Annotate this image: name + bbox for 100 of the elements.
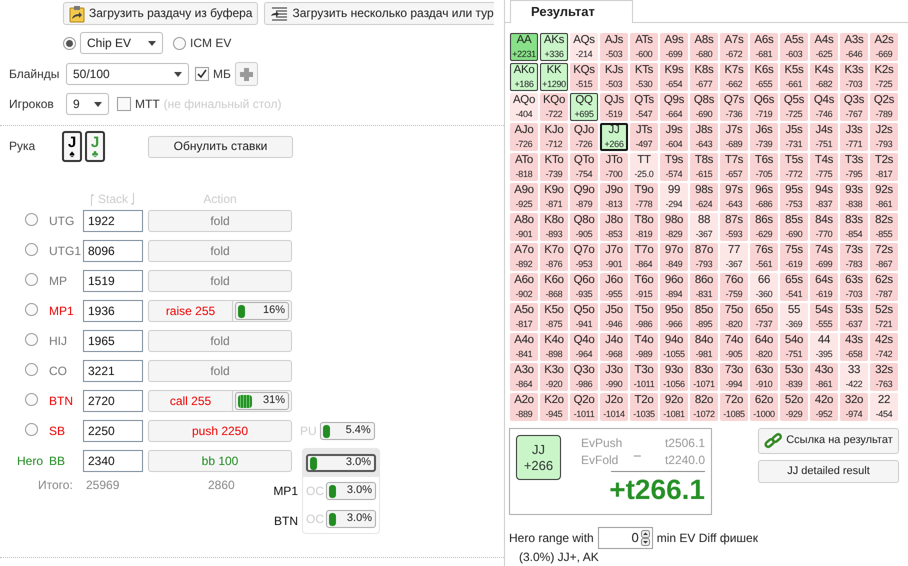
hand-cell[interactable]: A9o -925 xyxy=(510,183,538,211)
hand-cell[interactable]: Q9o -879 xyxy=(570,183,598,211)
hand-cell[interactable]: AKs +336 xyxy=(540,33,568,61)
range-bar[interactable]: 3.0% xyxy=(306,454,376,472)
hand-cell[interactable]: QTs -547 xyxy=(630,93,658,121)
hand-cell[interactable]: 92s -861 xyxy=(870,183,898,211)
range-bar[interactable]: 5.4% xyxy=(320,422,375,440)
hand-cell[interactable]: 64o -820 xyxy=(750,333,778,361)
hand-cell[interactable]: K3o -920 xyxy=(540,363,568,391)
hand-cell[interactable]: J4s -751 xyxy=(810,123,838,151)
hand-cell[interactable]: JJ +266 xyxy=(600,123,628,151)
radio-button[interactable] xyxy=(63,36,76,50)
hand-cell[interactable]: A2s -669 xyxy=(870,33,898,61)
hand-cell[interactable]: 64s -619 xyxy=(810,273,838,301)
hand-cell[interactable]: 87o -793 xyxy=(690,243,718,271)
hand-cell[interactable]: T8o -819 xyxy=(630,213,658,241)
add-button[interactable] xyxy=(234,62,258,86)
hand-cell[interactable]: ATs -600 xyxy=(630,33,658,61)
hand-cell[interactable]: J5o -946 xyxy=(600,303,628,331)
hand-cell[interactable]: T8s -615 xyxy=(690,153,718,181)
radio-button[interactable] xyxy=(25,362,38,376)
hand-cell[interactable]: AA +2231 xyxy=(510,33,538,61)
radio-button[interactable] xyxy=(25,242,38,256)
hand-cell[interactable]: A4s -625 xyxy=(810,33,838,61)
hand-cell[interactable]: 98o -829 xyxy=(660,213,688,241)
hand-cell[interactable]: K9s -654 xyxy=(660,63,688,91)
link-button[interactable]: Ссылка на результат xyxy=(758,428,899,454)
hand-cell[interactable]: T7s -657 xyxy=(720,153,748,181)
action-button[interactable]: fold xyxy=(149,211,291,231)
hand-cell[interactable]: J7o -901 xyxy=(600,243,628,271)
hand-cell[interactable]: 82s -855 xyxy=(870,213,898,241)
hand-cell[interactable]: KTs -530 xyxy=(630,63,658,91)
hand-cell[interactable]: 55 -369 xyxy=(780,303,808,331)
hand-cell[interactable]: 95s -753 xyxy=(780,183,808,211)
hand-cell[interactable]: 96o -894 xyxy=(660,273,688,301)
range-bar[interactable]: 16% xyxy=(235,302,289,320)
hand-cell[interactable]: 87s -593 xyxy=(720,213,748,241)
hand-cell[interactable]: TT -25.0 xyxy=(630,153,658,181)
hand-cell[interactable]: 73s -783 xyxy=(840,243,868,271)
hand-cell[interactable]: K2s -725 xyxy=(870,63,898,91)
hand-cell[interactable]: A3s -646 xyxy=(840,33,868,61)
reset-button[interactable]: Обнулить ставки xyxy=(148,136,293,158)
hand-cell[interactable]: J9o -813 xyxy=(600,183,628,211)
hand-cell[interactable]: Q6o -935 xyxy=(570,273,598,301)
hand-cell[interactable]: 42s -742 xyxy=(870,333,898,361)
hand-cell[interactable]: 33 -422 xyxy=(840,363,868,391)
hand-cell[interactable]: T2s -817 xyxy=(870,153,898,181)
hand-cell[interactable]: 97o -849 xyxy=(660,243,688,271)
hand-cell[interactable]: K5o -875 xyxy=(540,303,568,331)
hand-cell[interactable]: QJo -726 xyxy=(570,123,598,151)
hand-cell[interactable]: Q3s -767 xyxy=(840,93,868,121)
hand-cell[interactable]: 74s -699 xyxy=(810,243,838,271)
hand-cell[interactable]: A9s -699 xyxy=(660,33,688,61)
action-button[interactable]: call 255 xyxy=(149,391,233,411)
radio-button[interactable] xyxy=(25,212,38,226)
hand-cell[interactable]: T3s -795 xyxy=(840,153,868,181)
hand-cell[interactable]: 86s -629 xyxy=(750,213,778,241)
hand-cell[interactable]: AKo +186 xyxy=(510,63,538,91)
hand-cell[interactable]: 86o -831 xyxy=(690,273,718,301)
range-row[interactable]: 3.0% xyxy=(303,449,379,477)
hand-cell[interactable]: 76s -561 xyxy=(750,243,778,271)
radio-button[interactable] xyxy=(25,332,38,346)
action-button[interactable]: fold xyxy=(149,361,291,381)
hand-cell[interactable]: 54s -555 xyxy=(810,303,838,331)
hand-cell[interactable]: 32s -763 xyxy=(870,363,898,391)
hand-cell[interactable]: A5s -603 xyxy=(780,33,808,61)
hand-cell[interactable]: Q8s -690 xyxy=(690,93,718,121)
hand-cell[interactable]: 94o -1055 xyxy=(660,333,688,361)
hand-cell[interactable]: Q9s -664 xyxy=(660,93,688,121)
hand-cell[interactable]: J3o -990 xyxy=(600,363,628,391)
hand-cell[interactable]: QJs -519 xyxy=(600,93,628,121)
hand-cell[interactable]: AJs -503 xyxy=(600,33,628,61)
hand-cell[interactable]: 65o -737 xyxy=(750,303,778,331)
radio-button[interactable] xyxy=(25,422,38,436)
hand-cell[interactable]: 73o -994 xyxy=(720,363,748,391)
stack-input[interactable]: 2250 xyxy=(83,420,143,442)
hand-cell[interactable]: 42o -952 xyxy=(810,393,838,421)
hand-cell[interactable]: K6s -655 xyxy=(750,63,778,91)
hand-cell[interactable]: J2o -1014 xyxy=(600,393,628,421)
checkbox[interactable] xyxy=(117,97,131,111)
hand-cell[interactable]: 22 -454 xyxy=(870,393,898,421)
hand-cell[interactable]: A8o -901 xyxy=(510,213,538,241)
hand-cell[interactable]: JTo -700 xyxy=(600,153,628,181)
hand-cell[interactable]: 72s -867 xyxy=(870,243,898,271)
hand-cell[interactable]: T5s -772 xyxy=(780,153,808,181)
hand-cell[interactable]: K4o -898 xyxy=(540,333,568,361)
hand-cell[interactable]: KJo -712 xyxy=(540,123,568,151)
action-button[interactable]: fold xyxy=(149,331,291,351)
load-button[interactable]: Загрузить раздачу из буфера xyxy=(63,2,258,25)
hand-cell[interactable]: QQ +695 xyxy=(570,93,598,121)
action-button[interactable]: push 2250 xyxy=(149,421,291,441)
hand-cell[interactable]: A3o -864 xyxy=(510,363,538,391)
hand-cell[interactable]: J2s -793 xyxy=(870,123,898,151)
stack-input[interactable]: 1922 xyxy=(83,210,143,232)
hand-cell[interactable]: KK +1290 xyxy=(540,63,568,91)
hand-cell[interactable]: 85o -895 xyxy=(690,303,718,331)
hand-cell[interactable]: Q2s -789 xyxy=(870,93,898,121)
hand-cell[interactable]: 62o -1000 xyxy=(750,393,778,421)
hand-cell[interactable]: A6o -902 xyxy=(510,273,538,301)
hand-cell[interactable]: K7s -662 xyxy=(720,63,748,91)
